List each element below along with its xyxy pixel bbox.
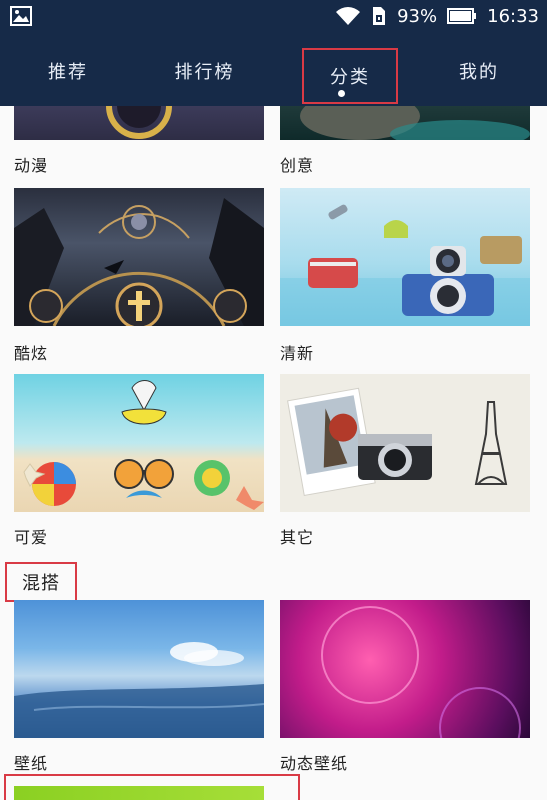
tab-mine[interactable]: 我的 [411,40,547,102]
category-label-other: 其它 [280,528,315,547]
tab-recommend[interactable]: 推荐 [0,40,136,102]
battery-percentage: 93% [397,5,438,27]
anime-thumbnail[interactable] [14,106,264,140]
section-title-mix: 混搭 [5,562,77,602]
active-tab-indicator [338,90,345,97]
picture-icon [10,6,32,26]
tab-bar: 推荐 排行榜 分类 我的 [0,40,547,104]
creative-thumbnail[interactable] [280,106,530,140]
fresh-thumbnail[interactable] [280,188,530,326]
battery-icon [447,8,477,24]
cool-thumbnail[interactable] [14,188,264,326]
wallpaper-thumbnail[interactable] [14,600,264,738]
live-wallpaper-thumbnail[interactable] [280,600,530,738]
status-bar: 93% 16:33 [0,0,547,32]
next-thumbnail[interactable] [14,786,264,800]
mix-label-wallpaper: 壁纸 [14,754,49,773]
app-header: 93% 16:33 推荐 排行榜 分类 我的 [0,0,547,106]
sim-icon [371,6,387,26]
category-label-creative: 创意 [280,156,315,175]
category-grid: 动漫 创意 酷炫 清新 可爱 其它 混搭 壁纸 动态壁纸 [0,106,547,800]
wifi-icon [335,6,361,26]
category-label-cute: 可爱 [14,528,49,547]
mix-label-live-wallpaper: 动态壁纸 [280,754,349,773]
cute-thumbnail[interactable] [14,374,264,512]
category-label-anime: 动漫 [14,156,49,175]
category-label-cool: 酷炫 [14,344,49,363]
category-label-fresh: 清新 [280,344,315,363]
tab-ranking[interactable]: 排行榜 [136,40,273,102]
other-thumbnail[interactable] [280,374,530,512]
clock-time: 16:33 [487,5,539,27]
tab-category[interactable]: 分类 [302,48,398,104]
